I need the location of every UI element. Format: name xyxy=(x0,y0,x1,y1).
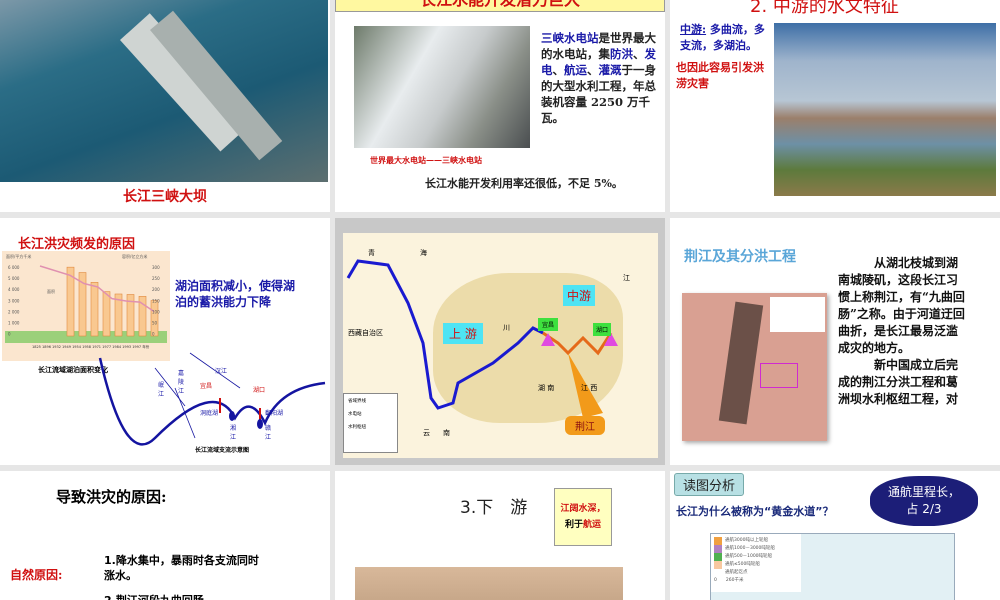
hydropower-description: 三峡水电站是世界最大的水电站，集防洪、发电、航运、灌溉于一身的大型水利工程，年总… xyxy=(541,31,656,125)
question-text: 长江为什么被称为“黄金水道”？ xyxy=(676,505,834,518)
y-tick-label: 2 000 xyxy=(8,309,20,314)
right-tick-label: 250 xyxy=(152,276,160,281)
slide-thumbnail-4[interactable]: 长江洪灾频发的原因 面积/平方千米 容积/亿立方米 1825 1896 1932… xyxy=(0,218,330,465)
photo-caption: 世界最大水电站——三峡水电站 xyxy=(370,155,482,165)
chart-bar xyxy=(90,282,99,337)
slide-thumbnail-9[interactable]: 读图分析 长江为什么被称为“黄金水道”？ 通航里程长，占 2/3 通航3000吨… xyxy=(670,471,1000,600)
slide-thumbnail-7[interactable]: 导致洪灾的原因: 自然原因: 1.降水集中，暴雨时各支流同时涨水。 2.荆江河段… xyxy=(0,471,330,600)
y-tick-label: 6 000 xyxy=(8,265,20,270)
y-tick-label: 3 000 xyxy=(8,298,20,303)
right-tick-label: 150 xyxy=(152,298,160,303)
right-tick-label: 200 xyxy=(152,287,160,292)
navigation-note: 江阔水深， 利于航运 xyxy=(554,488,612,546)
jingjiang-description: 从湖北枝城到湖南城陵矶，这段长江习惯上称荆江，有“九曲回肠”之称。由于河道迂回曲… xyxy=(838,256,965,406)
y-tick-label: 0 xyxy=(8,332,11,337)
tributary-diagram xyxy=(98,352,326,446)
diagram-caption: 长江流域支流示意图 xyxy=(195,447,250,454)
slide-title: 荆江及其分洪工程 xyxy=(684,249,796,265)
lower-reach-photo xyxy=(355,567,623,600)
slide-title: 导致洪灾的原因: xyxy=(56,488,167,506)
y-tick-label: 4 000 xyxy=(8,287,20,292)
slide-title: 2. 中游的水文特征 xyxy=(750,0,899,17)
slide-title: 3.下 游 xyxy=(460,498,528,518)
right-tick-label: 50 xyxy=(152,320,158,325)
utilization-note: 长江水能开发利用率还很低，不足 5%。 xyxy=(425,177,623,190)
slide-title: 长江洪灾频发的原因 xyxy=(18,237,136,252)
y-tick-label: 1 000 xyxy=(8,320,20,325)
answer-bubble: 通航里程长，占 2/3 xyxy=(870,476,978,526)
slide-thumbnail-2[interactable]: 长江水能开发潜力巨大 三峡水电站是世界最大的水电站，集防洪、发电、航运、灌溉于一… xyxy=(335,0,665,212)
map-legend: 省域界线 水电站 水利枢纽 xyxy=(343,393,398,453)
flood-note: 也因此容易引发洪涝灾害 xyxy=(676,61,764,90)
slide-title: 长江水能开发潜力巨大 xyxy=(335,0,665,12)
lake-area-chart: 面积/平方千米 容积/亿立方米 1825 1896 1932 1949 1954… xyxy=(2,251,170,361)
cause-item-1: 1.降水集中，暴雨时各支流同时涨水。 xyxy=(104,554,259,582)
chart-bar xyxy=(102,291,111,337)
slide-thumbnail-8[interactable]: 3.下 游 江阔水深， 利于航运 xyxy=(335,471,665,600)
yangtze-basin-map: 上 游 中游 宜昌 湖口 荆江 西藏自治区 青 海 川 湖 南 江 西 云 南 … xyxy=(343,233,658,458)
waterway-map: 通航3000吨以上轮船 通航1000－3000吨轮船 通航500－1000吨轮船… xyxy=(710,533,955,600)
jingjiang-flood-map xyxy=(682,293,827,441)
slide-thumbnail-1[interactable]: 长江三峡大坝 xyxy=(0,0,330,212)
middle-reach-photo xyxy=(774,23,996,196)
slide-thumbnail-3[interactable]: 2. 中游的水文特征 中游: 多曲流，多支流，多湖泊。 也因此容易引发洪涝灾害 xyxy=(670,0,1000,212)
three-gorges-dam-photo xyxy=(0,0,328,182)
slide-thumbnail-5[interactable]: 上 游 中游 宜昌 湖口 荆江 西藏自治区 青 海 川 湖 南 江 西 云 南 … xyxy=(335,218,665,465)
right-tick-label: 100 xyxy=(152,309,160,314)
cause-item-2: 2.荆江河段九曲回肠 xyxy=(104,592,204,600)
lake-shrink-text: 湖泊面积减小，使得湖泊的蓄洪能力下降 xyxy=(175,279,296,309)
slide-caption: 长江三峡大坝 xyxy=(123,189,207,205)
slide-thumbnail-6[interactable]: 荆江及其分洪工程 从湖北枝城到湖南城陵矶，这段长江习惯上称荆江，有“九曲回肠”之… xyxy=(670,218,1000,465)
natural-cause-label: 自然原因: xyxy=(10,568,63,582)
read-map-tag: 读图分析 xyxy=(674,473,745,496)
y-tick-label: 5 000 xyxy=(8,276,20,281)
middle-reach-text: 中游: 多曲流，多支流，多湖泊。 xyxy=(680,23,765,52)
right-tick-label: 300 xyxy=(152,265,160,270)
hydropower-station-photo xyxy=(354,26,530,148)
